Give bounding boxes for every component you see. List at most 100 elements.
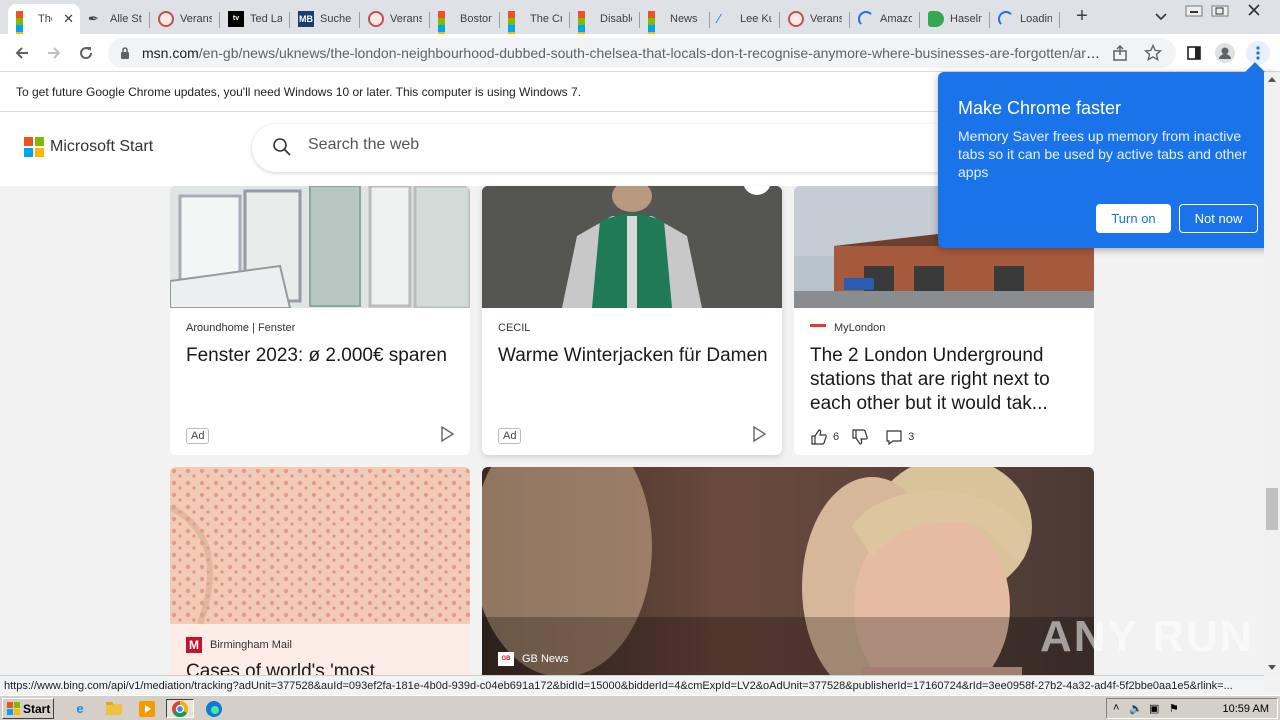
tab-title: Suche [320,13,352,25]
browser-tab[interactable]: Amazon [850,4,920,34]
restore-button[interactable] [1208,0,1232,22]
tab-title: The London neighbourhood [38,13,52,25]
reload-icon [80,47,93,60]
profile-button[interactable] [1213,41,1237,65]
bookmark-star-icon[interactable] [1144,44,1162,62]
scrollbar-thumb[interactable] [1266,488,1278,530]
thumbs-down-icon[interactable] [851,428,869,446]
thumbs-up-icon[interactable] [810,428,828,446]
tray-expand-icon[interactable]: ˄ [1113,702,1119,714]
windows-taskbar: Start e ˄ 🔈 ▣ ⚑ 10:59 AM [0,695,1280,720]
microsoft-icon [508,11,524,34]
gb-news-logo-icon: GB [498,652,514,666]
microsoft-icon [578,11,594,34]
reload-button[interactable] [74,41,98,65]
browser-tab[interactable]: Disabled [570,4,640,34]
tab-title: Amazon [880,13,912,25]
search-box[interactable] [252,124,972,172]
search-icon [273,138,291,156]
start-button[interactable]: Start [2,698,54,719]
new-tab-button[interactable]: + [1070,4,1094,28]
browser-tab[interactable]: News [640,4,710,34]
feed-card-jackets[interactable]: CECIL Warme Winterjacken für Damen Ad [482,186,782,455]
arrow-left-icon [15,47,28,59]
share-icon[interactable] [1112,45,1128,61]
search-input[interactable] [308,136,908,154]
browser-tab[interactable]: The London neighbourhood ✕ [8,4,80,34]
browser-tab[interactable]: ✒ Alle Stücke [80,4,150,34]
volume-icon[interactable]: 🔈 [1129,702,1143,715]
feed-card-windows[interactable]: Aroundhome | Fenster Fenster 2023: ø 2.0… [170,186,470,455]
tab-title: Lee Kuan [740,13,772,25]
tab-title: Veranstaltungen [180,13,212,25]
adchoices-icon[interactable] [438,425,456,443]
not-now-button[interactable]: Not now [1179,204,1258,233]
network-icon[interactable]: ▣ [1149,702,1159,715]
card-title[interactable]: Warme Winterjacken für Damen [498,344,768,368]
windows-flag-icon [7,702,20,715]
vertical-scrollbar[interactable] [1264,72,1280,676]
browser-tab[interactable]: ⁄ Lee Kuan [710,4,780,34]
restore-icon [1211,5,1229,17]
close-window-button[interactable] [1242,0,1266,22]
menu-button[interactable] [1246,41,1270,65]
edge-icon[interactable] [204,699,224,718]
microsoft-start-logo[interactable]: Microsoft Start [24,137,153,157]
microsoft-icon [16,11,32,34]
microsoft-logo-icon [24,137,44,157]
tab-separator [1059,12,1060,28]
scroll-up-icon[interactable] [1267,75,1277,83]
minimize-icon [1185,5,1203,17]
ring-icon [158,11,174,27]
feed-card-rash[interactable]: M Birmingham Mail Cases of world's 'most [170,467,470,675]
media-player-icon[interactable] [137,699,157,718]
popup-title: Make Chrome faster [958,98,1122,118]
forward-button[interactable] [42,41,66,65]
browser-tab[interactable]: The Crown [500,4,570,34]
likes-count: 6 [833,431,840,443]
folder-icon[interactable] [104,699,124,718]
ring-icon [788,11,804,27]
card-source: Aroundhome | Fenster [186,322,296,334]
scroll-down-icon[interactable] [1267,664,1277,672]
feed-card-gbnews[interactable]: GB GB News [482,467,1094,675]
browser-tab[interactable]: MB Suche [290,4,360,34]
tab-close-icon[interactable]: ✕ [63,11,74,27]
browser-tab[interactable]: tv Ted Lasso [220,4,290,34]
card-title[interactable]: The 2 London Underground stations that a… [810,344,1080,416]
internet-explorer-icon[interactable]: e [70,699,90,718]
chevron-down-icon [1155,13,1167,21]
browser-tab[interactable]: Haselnuss [920,4,990,34]
ad-badge: Ad [186,428,210,444]
comment-icon[interactable] [885,428,903,446]
comments-count: 3 [908,431,915,443]
infobar-message: To get future Google Chrome updates, you… [16,85,582,99]
browser-tab[interactable]: Veranstaltungen [150,4,220,34]
card-source: GB GB News [498,652,568,666]
tab-search-button[interactable] [1149,5,1173,29]
back-button[interactable] [10,41,34,65]
browser-tab[interactable]: Loading [990,4,1060,34]
appletv-icon: tv [228,11,244,27]
minimize-button[interactable] [1182,0,1206,22]
card-title[interactable]: Cases of world's 'most [186,660,456,675]
loading-icon [858,11,874,27]
tab-title: Loading [1020,13,1052,25]
card-title[interactable]: Fenster 2023: ø 2.000€ sparen [186,344,456,368]
pen-icon: ✒ [88,11,99,26]
adchoices-icon[interactable] [750,425,768,443]
address-bar[interactable]: msn.com/en-gb/news/uknews/the-london-nei… [108,38,1176,68]
browser-tab[interactable]: Veranstaltungen [360,4,430,34]
clock[interactable]: 10:59 AM [1223,703,1269,715]
tab-title: Haselnuss [950,13,982,25]
side-panel-button[interactable] [1182,41,1206,65]
quill-icon: ⁄ [718,11,721,26]
browser-tab[interactable]: Veranstaltungen [780,4,850,34]
action-center-flag-icon[interactable]: ⚑ [1169,702,1179,715]
chrome-taskbar-icon[interactable] [166,699,194,718]
tab-title: Boston [460,13,492,25]
url-text: msn.com/en-gb/news/uknews/the-london-nei… [142,45,1102,61]
browser-tab[interactable]: Boston [430,4,500,34]
card-reactions: 6 3 [810,428,914,446]
turn-on-button[interactable]: Turn on [1096,204,1171,233]
